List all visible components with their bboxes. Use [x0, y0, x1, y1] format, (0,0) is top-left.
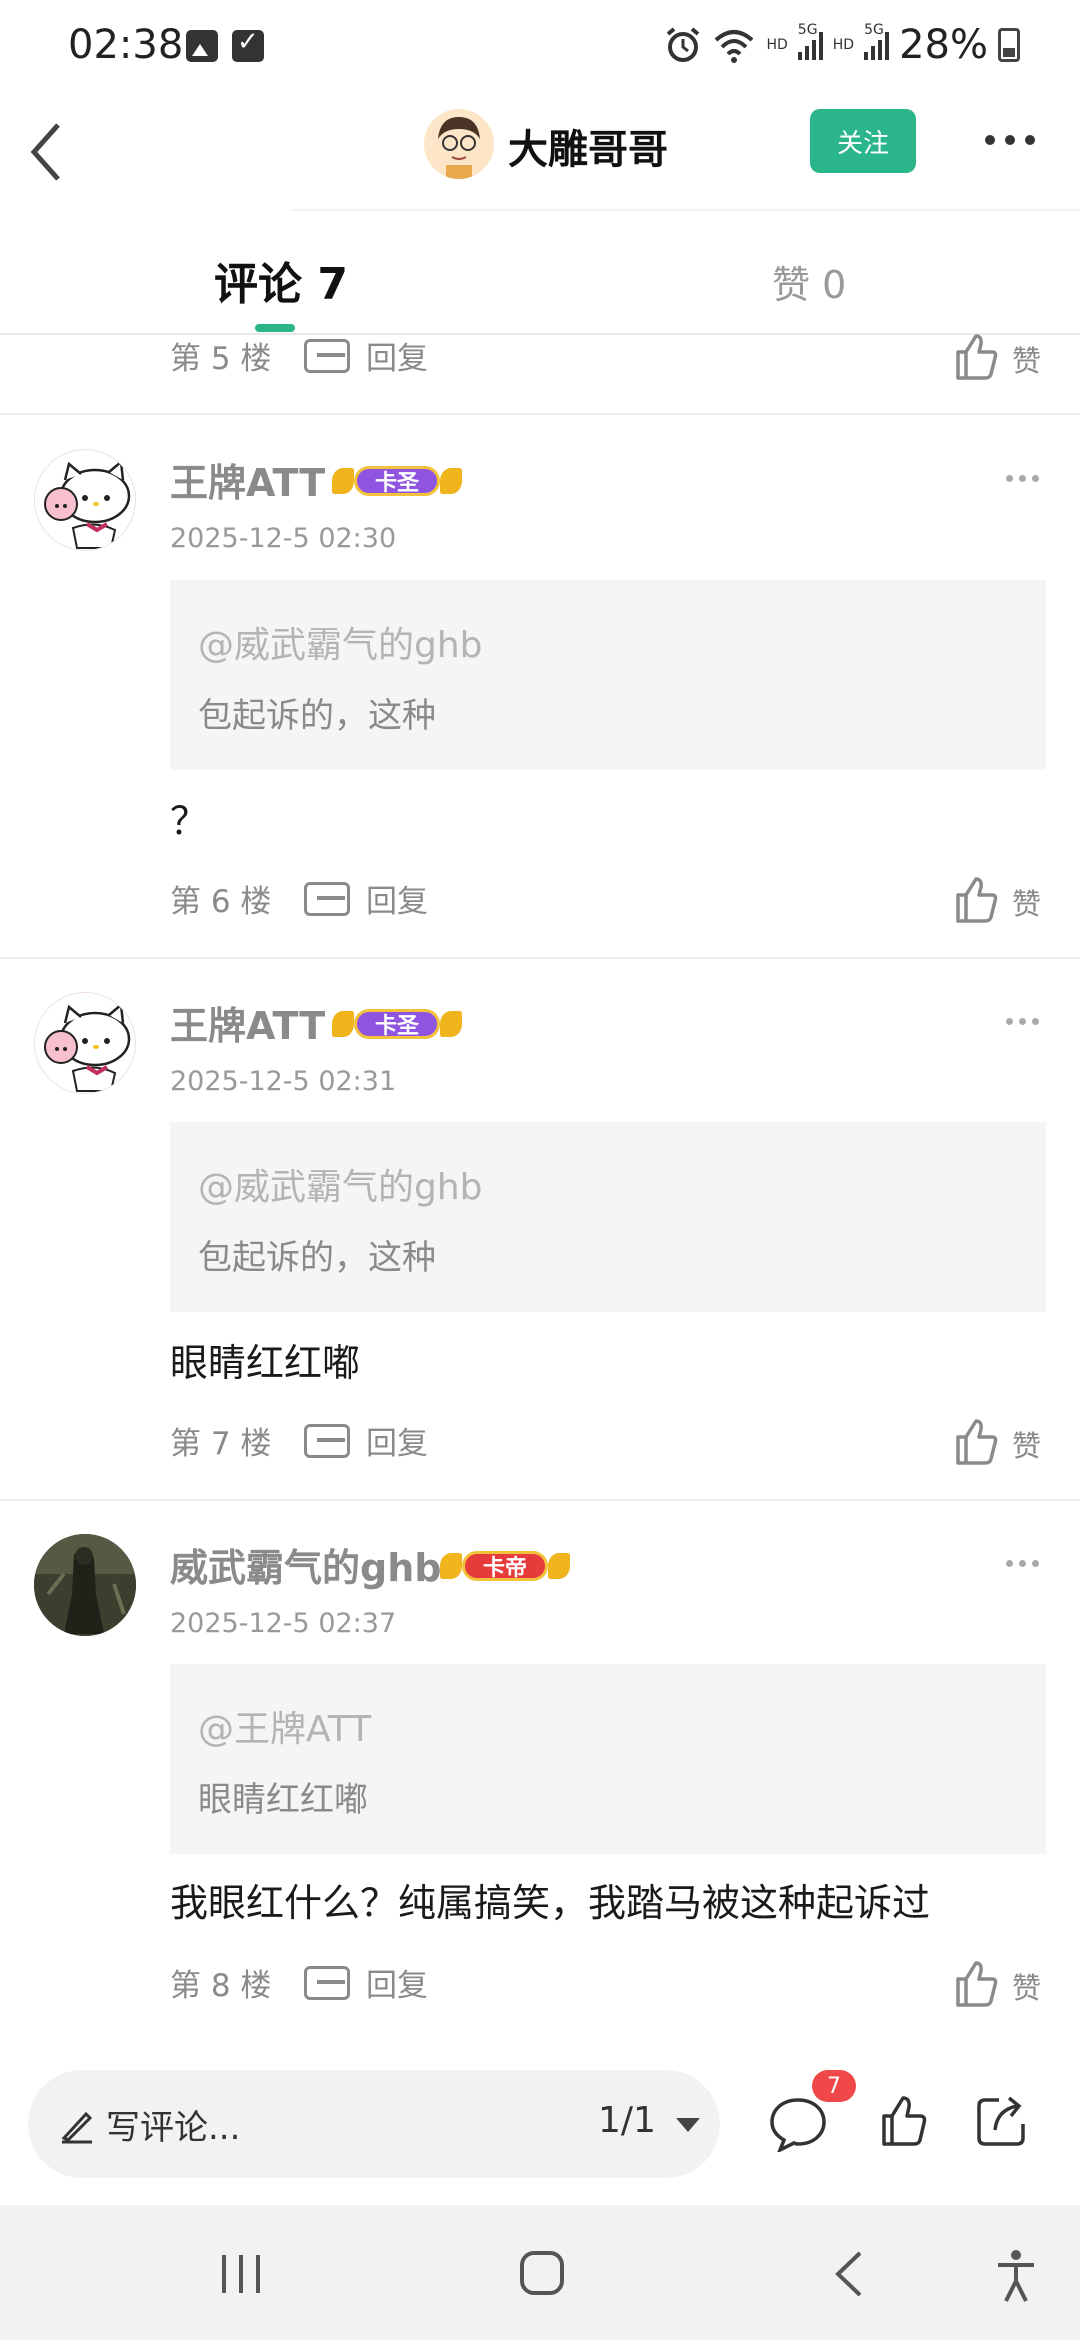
comment-body: ？	[170, 799, 209, 843]
comment-more-icon[interactable]	[1006, 475, 1039, 482]
accessibility-icon[interactable]	[994, 2249, 1038, 2303]
reply-icon	[304, 881, 350, 916]
comment-body: 我眼红什么？纯属搞笑，我踏马被这种起诉过	[170, 1881, 931, 1925]
quoted-user: @威武霸气的ghb	[198, 1167, 483, 1208]
user-avatar[interactable]	[34, 992, 136, 1094]
comment-date: 2025-12-5 02:31	[170, 1066, 397, 1097]
quoted-text: 眼睛红红嘟	[198, 1780, 368, 1820]
thumbs-up-icon	[956, 334, 998, 380]
reply-label: 回复	[366, 1426, 428, 1462]
quoted-comment[interactable]: @威武霸气的ghb 包起诉的，这种	[170, 580, 1046, 770]
comment-more-icon[interactable]	[1006, 1018, 1039, 1025]
quoted-user: @王牌ATT	[198, 1709, 372, 1750]
follow-button[interactable]: 关注	[810, 109, 916, 173]
floor-label: 第 5 楼	[170, 341, 272, 377]
signal-type-2: 5G	[864, 22, 884, 38]
quoted-text: 包起诉的，这种	[198, 1238, 436, 1278]
wifi-icon	[715, 30, 754, 63]
home-icon[interactable]	[518, 2249, 566, 2297]
page-dropdown-icon[interactable]	[676, 2118, 700, 2132]
comment-divider	[0, 1499, 1080, 1501]
like-label: 赞	[1012, 344, 1042, 378]
like-button[interactable]: 赞	[954, 332, 1041, 380]
quoted-text: 包起诉的，这种	[198, 696, 436, 736]
reply-label: 回复	[366, 341, 428, 377]
bottom-action-bar: 写评论... 1/1 7	[0, 2040, 1080, 2205]
thumbs-up-icon	[956, 1419, 998, 1465]
like-label: 赞	[1012, 887, 1042, 921]
comment-date: 2025-12-5 02:30	[170, 523, 397, 554]
level-badge-label: 卡圣	[354, 1009, 441, 1039]
reply-label: 回复	[366, 1968, 428, 2004]
network-type-1: HD	[766, 37, 788, 53]
profile-avatar[interactable]	[424, 109, 494, 179]
comment-body: 眼睛红红嘟	[170, 1341, 361, 1385]
comment-more-icon[interactable]	[1006, 1560, 1039, 1567]
share-icon[interactable]	[975, 2092, 1031, 2148]
tab-likes[interactable]: 赞 0	[772, 254, 846, 309]
status-time: 02:38	[68, 22, 184, 68]
more-options-icon[interactable]	[985, 135, 1035, 145]
alarm-icon	[667, 27, 700, 62]
floor-label: 第 6 楼	[170, 884, 272, 920]
like-button[interactable]: 赞	[954, 1417, 1041, 1465]
pencil-icon	[61, 2111, 93, 2144]
like-icon[interactable]	[880, 2094, 928, 2148]
checkbox-notification-icon	[232, 27, 264, 62]
quoted-comment[interactable]: @威武霸气的ghb 包起诉的，这种	[170, 1122, 1046, 1312]
back-arrow-icon[interactable]	[28, 117, 88, 187]
write-comment-input[interactable]: 写评论... 1/1	[28, 2070, 720, 2178]
level-badge-label: 卡帝	[462, 1551, 549, 1581]
comment-author[interactable]: 威武霸气的ghb	[170, 1537, 441, 1592]
floor-label: 第 7 楼	[170, 1426, 272, 1462]
reply-button[interactable]: 回复	[304, 333, 428, 378]
like-label: 赞	[1012, 1971, 1042, 2005]
reply-button[interactable]: 回复	[304, 1960, 428, 2005]
back-icon[interactable]	[830, 2249, 866, 2299]
level-badge-label: 卡圣	[354, 466, 441, 496]
gallery-notification-icon	[186, 30, 218, 62]
reply-button[interactable]: 回复	[304, 876, 428, 921]
user-avatar[interactable]	[34, 449, 136, 551]
profile-username[interactable]: 大雕哥哥	[508, 117, 668, 175]
like-label: 赞	[1012, 1429, 1042, 1463]
reply-icon	[304, 1965, 350, 2000]
level-badge: 卡圣	[332, 459, 463, 503]
comment-icon[interactable]	[768, 2096, 828, 2152]
floor-label: 第 8 楼	[170, 1968, 272, 2004]
reply-label: 回复	[366, 884, 428, 920]
comment-count-badge: 7	[812, 2070, 856, 2102]
level-badge: 卡帝	[440, 1544, 571, 1588]
write-comment-placeholder: 写评论...	[106, 2108, 241, 2148]
comment-author[interactable]: 王牌ATT	[170, 995, 325, 1050]
comment-divider	[0, 957, 1080, 959]
thumbs-up-icon	[956, 877, 998, 923]
level-badge: 卡圣	[332, 1002, 463, 1046]
like-button[interactable]: 赞	[954, 1959, 1041, 2007]
user-avatar[interactable]	[34, 1534, 136, 1636]
recent-apps-icon[interactable]	[218, 2253, 264, 2295]
page-indicator[interactable]: 1/1	[598, 2100, 656, 2141]
tab-comments[interactable]: 评论 7	[214, 248, 348, 312]
header-divider	[290, 209, 1080, 211]
tab-active-indicator	[255, 324, 295, 332]
quoted-comment[interactable]: @王牌ATT 眼睛红红嘟	[170, 1664, 1046, 1854]
comment-author[interactable]: 王牌ATT	[170, 452, 325, 507]
comment-date: 2025-12-5 02:37	[170, 1608, 397, 1639]
battery-icon	[998, 28, 1020, 62]
battery-percent: 28%	[899, 22, 988, 68]
tabs-divider	[0, 333, 1080, 335]
top-header: 大雕哥哥 关注	[0, 95, 1080, 210]
reply-icon	[304, 1423, 350, 1458]
thumbs-up-icon	[956, 1961, 998, 2007]
system-navigation-bar	[0, 2205, 1080, 2340]
reply-icon	[304, 338, 350, 373]
network-type-2: HD	[832, 37, 855, 53]
like-button[interactable]: 赞	[954, 875, 1041, 923]
reply-button[interactable]: 回复	[304, 1418, 428, 1463]
comment-divider	[0, 413, 1080, 415]
status-bar: 02:38 HD 5G HD 5G	[0, 0, 1080, 95]
signal-type-1: 5G	[797, 22, 818, 38]
quoted-user: @威武霸气的ghb	[198, 625, 483, 666]
